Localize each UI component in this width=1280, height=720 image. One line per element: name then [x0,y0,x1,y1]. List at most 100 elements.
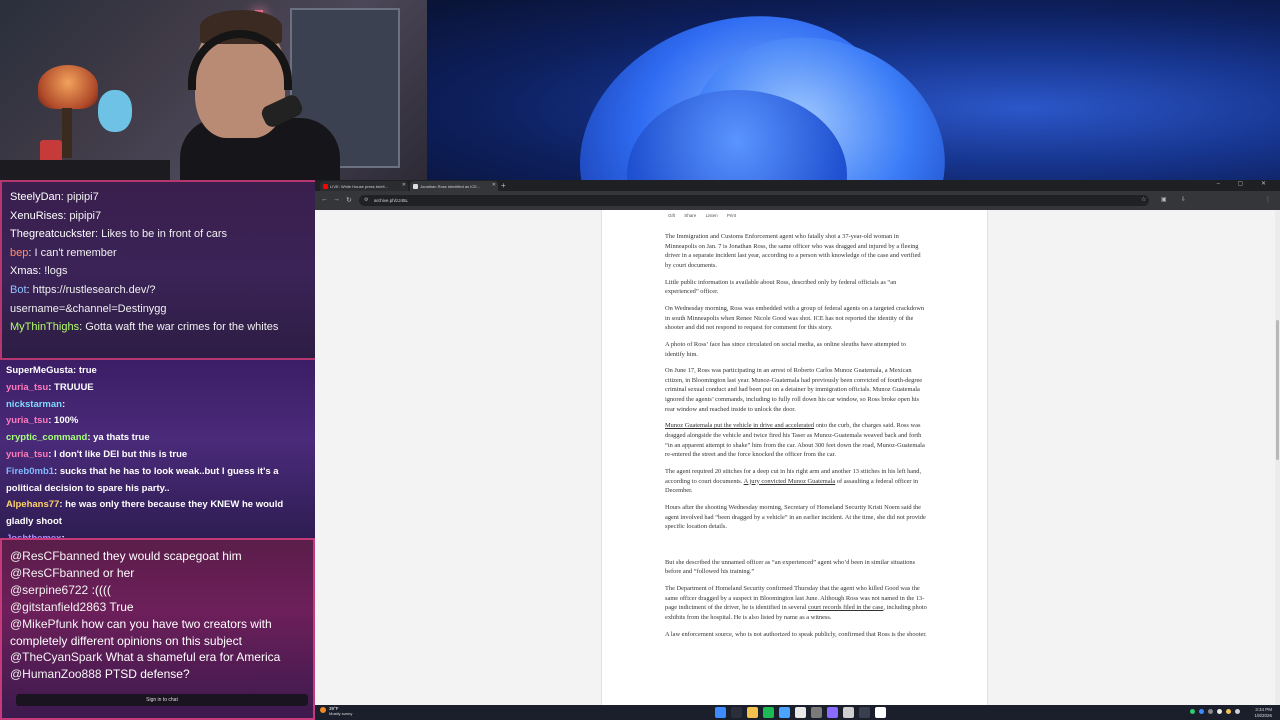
tray-icon[interactable] [1208,709,1213,714]
scrollbar-thumb[interactable] [1276,320,1279,460]
article-paragraph: On June 17, Ross was participating in an… [665,366,927,414]
print-button[interactable]: Print [727,213,736,218]
browser-window: LIVE: White House press briefi... ✕ Jona… [315,180,1280,705]
chat-text: : Gotta waft the war crimes for the whit… [79,321,279,334]
chat-username[interactable]: yuria_tsu [6,382,48,393]
chat-username[interactable]: Bot [10,284,27,296]
paragraph-text: The Immigration and Customs Enforcement … [665,233,921,269]
chat-text: : ya thats true [87,432,150,444]
chat-text: they would scapegoat him [99,549,242,563]
close-icon[interactable]: ✕ [402,182,406,188]
chat-username[interactable]: yuria_tsu [6,449,48,460]
chat-mention[interactable]: @MikePfunk [10,617,78,631]
clock[interactable]: 3:34 PM 1/8/2026 [1254,707,1272,718]
chat-mention[interactable]: @ResCFbanned [10,566,100,580]
chat-text: True [106,599,134,614]
forward-icon[interactable]: → [333,196,340,203]
chat-text: :(((( [88,582,111,597]
tray-icon[interactable] [1226,709,1231,714]
chat-username[interactable]: Alpehans77 [6,499,59,510]
taskbar-app-icon[interactable] [747,707,758,718]
taskbar-app-icon[interactable] [827,707,838,718]
chat-message: @serpine6722 :(((( [2,582,313,599]
clock-time: 3:34 PM [1255,707,1272,712]
taskbar-app-icon[interactable] [731,707,742,718]
chat-mention[interactable]: @HumanZoo888 [10,667,102,681]
chat-text: : https://rustlesearch.dev/? [26,283,156,296]
share-button[interactable]: Share [684,213,696,218]
chat-username[interactable]: Fireb0mb1 [6,466,54,477]
sign-in-to-chat-button[interactable]: Sign in to chat [16,694,308,706]
taskbar-app-icon[interactable] [875,707,886,718]
url-input[interactable]: ⚙ archive.ph/zJ45L [359,195,1149,206]
chat-message: @MikePfunk how can you have two creators… [2,616,313,650]
chat-message: cryptic_command: ya thats true [0,430,315,447]
article-paragraph: The agent required 20 stitches for a dee… [665,467,927,496]
chat-message-list: @ResCFbanned they would scapegoat him @Re… [2,548,313,683]
chat-mention[interactable]: @TheCyanSpark [10,650,102,664]
chat-text: : !logs [38,265,68,278]
listen-button[interactable]: Listen [706,213,718,218]
lamp-base [62,108,72,158]
tray-icon[interactable] [1235,709,1240,714]
chat-username[interactable]: SuperMeGusta [6,365,73,376]
chat-message: username=&channel=Destinygg [2,300,315,319]
article-paragraph: Little public information is available a… [665,278,927,297]
start-menu-icon[interactable] [715,707,726,718]
chat-mention[interactable]: @serpine6722 [10,583,88,597]
taskbar-app-icon[interactable] [843,707,854,718]
chat-message: @HumanZoo888 PTSD defense? [2,666,313,683]
chat-username[interactable]: cryptic_command [6,432,87,443]
article-link[interactable]: court records filed in the case [808,604,883,611]
taskbar-app-icon[interactable] [779,707,790,718]
chat-username[interactable]: Thegreatcuckster [10,228,95,240]
taskbar-app-icon[interactable] [811,707,822,718]
tray-icon[interactable] [1199,709,1204,714]
chat-message: @TheCyanSpark What a shameful era for Am… [2,649,313,666]
chat-message: @gitstanfield2863 True [2,599,313,616]
browser-tab[interactable]: LIVE: White House press briefi... ✕ [320,181,408,191]
bookmark-icon[interactable]: ☆ [1141,196,1146,203]
system-tray [1190,709,1240,714]
chat-username[interactable]: yuria_tsu [6,415,48,426]
article-paragraph: Hours after the shooting Wednesday morni… [665,503,927,532]
chat-mention[interactable]: @ResCFbanned [10,549,100,563]
chat-mention[interactable]: @gitstanfield2863 [10,600,106,614]
chat-username[interactable]: bep [10,247,28,259]
chat-panel-middle: SuperMeGusta: true yuria_tsu: TRUUUE nicks… [0,360,315,538]
back-icon[interactable]: ← [321,196,328,203]
chat-username[interactable]: Xmas [10,265,38,277]
new-tab-button[interactable]: + [501,181,506,190]
close-icon[interactable]: ✕ [492,182,496,188]
article-paragraph: But she described the unnamed officer as… [665,558,927,577]
taskbar-app-icon[interactable] [795,707,806,718]
scrollbar[interactable] [1275,210,1280,705]
chat-username[interactable]: MyThinThighs [10,321,79,333]
browser-tab-active[interactable]: Jonathan Ross identified as ICE... ✕ [410,181,498,191]
tray-icon[interactable] [1190,709,1195,714]
extension-icon[interactable]: ▣ [1161,196,1167,203]
chat-text: PTSD defense? [101,667,190,682]
window-controls[interactable]: – ▢ ✕ [1217,180,1274,187]
paragraph-text: Hours after the shooting Wednesday morni… [665,503,926,531]
article-paragraph: The Immigration and Customs Enforcement … [665,232,927,270]
weather-desc: Mostly sunny [329,711,353,716]
chat-message: SuperMeGusta: true [0,363,315,380]
taskbar-app-icon[interactable] [763,707,774,718]
weather-widget[interactable]: 39°F Mostly sunny [320,706,353,716]
site-info-icon[interactable]: ⚙ [364,197,368,203]
chat-username[interactable]: SteelyDan [10,191,61,203]
gift-button[interactable]: Gift [668,213,675,218]
article-link[interactable]: A jury convicted Munoz Guatemala [744,478,836,485]
chat-username[interactable]: XenuRises [10,210,63,222]
chat-text: : I can't remember [28,246,117,259]
taskbar-app-icon[interactable] [859,707,870,718]
chat-panel-top: SteelyDan: pipipi7 XenuRises: pipipi7 Theg… [0,180,315,360]
tray-icon[interactable] [1217,709,1222,714]
article-link[interactable]: Munoz Guatemala put the vehicle in drive… [665,422,814,429]
reload-icon[interactable]: ↻ [346,196,352,204]
chat-message: Fireb0mb1: sucks that he has to look wea… [0,464,315,498]
chat-username[interactable]: nickstarman [6,399,62,410]
menu-icon[interactable]: ⋮ [1265,196,1271,203]
download-icon[interactable]: ⇩ [1181,196,1186,203]
